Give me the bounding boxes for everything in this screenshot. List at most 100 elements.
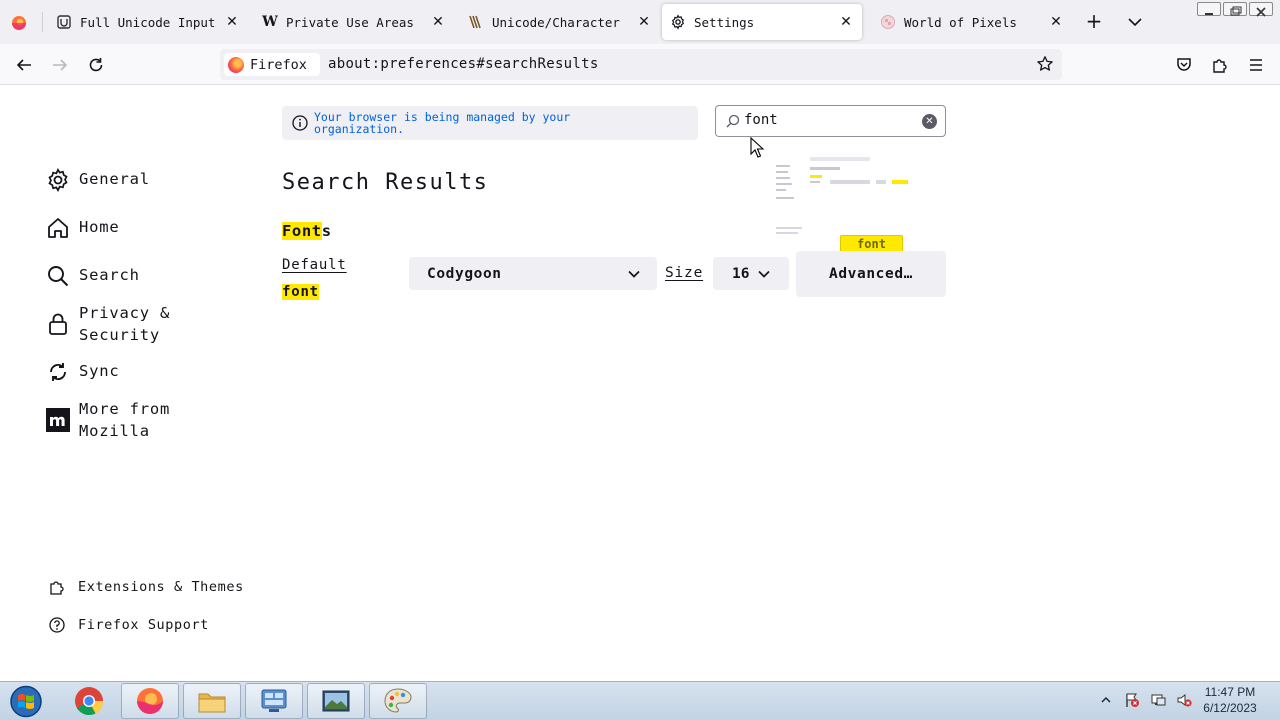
forward-arrow-icon bbox=[53, 59, 68, 71]
category-privacy[interactable]: Privacy & Security bbox=[46, 302, 189, 346]
search-spotlight-preview bbox=[772, 155, 912, 235]
info-icon bbox=[292, 115, 308, 131]
chevron-down-icon bbox=[758, 270, 770, 278]
clock-time: 11:47 PM bbox=[1204, 685, 1256, 699]
firefox-icon bbox=[137, 688, 163, 714]
settings-search-input[interactable]: font ✕ bbox=[715, 105, 946, 137]
close-window-button[interactable] bbox=[1249, 2, 1273, 17]
managed-notice[interactable]: Your browser is being managed by your or… bbox=[282, 106, 698, 140]
url-bar[interactable]: Firefox about:preferences#searchResults bbox=[220, 49, 1062, 80]
section-title-rest: s bbox=[321, 222, 332, 240]
footer-link-label: Firefox Support bbox=[78, 617, 209, 633]
restore-button[interactable] bbox=[1223, 2, 1247, 16]
show-hidden-icons-icon[interactable] bbox=[1098, 692, 1114, 708]
sync-icon bbox=[46, 360, 70, 384]
gear-icon bbox=[670, 14, 686, 30]
taskbar-photo-viewer[interactable] bbox=[307, 683, 365, 719]
firefox-view-icon[interactable] bbox=[8, 12, 30, 34]
fonts-section-title: Fonts bbox=[282, 222, 332, 240]
category-label: More from Mozilla bbox=[79, 400, 171, 440]
tab-world-of-pixels[interactable]: World of Pixels ✕ bbox=[866, 0, 1072, 44]
control-panel-icon bbox=[261, 689, 287, 712]
tab-title: Private Use Areas bbox=[286, 14, 414, 30]
identity-box[interactable]: Firefox bbox=[224, 53, 320, 76]
reload-icon bbox=[89, 58, 103, 72]
default-font-select[interactable]: Codygoon bbox=[409, 257, 657, 290]
category-home[interactable]: Home bbox=[46, 216, 120, 240]
tab-private-use-areas[interactable]: W Private Use Areas ✕ bbox=[248, 0, 454, 44]
font-size-select[interactable]: 16 bbox=[713, 257, 789, 290]
extensions-themes-link[interactable]: Extensions & Themes bbox=[48, 578, 244, 596]
tab-title: Full Unicode Input bbox=[80, 14, 216, 30]
app-menu-button[interactable] bbox=[1245, 54, 1267, 76]
save-to-pocket-button[interactable] bbox=[1173, 54, 1195, 76]
search-icon bbox=[46, 264, 70, 288]
chevron-down-icon bbox=[628, 270, 640, 278]
network-icon[interactable] bbox=[1150, 692, 1166, 708]
system-clock[interactable]: 11:47 PM 6/12/2023 bbox=[1198, 684, 1262, 716]
search-highlight: Font bbox=[282, 222, 322, 240]
tab-title: Settings bbox=[694, 14, 755, 30]
taskbar-control-panel[interactable] bbox=[245, 683, 303, 719]
taskbar-paint[interactable] bbox=[369, 683, 427, 719]
list-all-tabs-icon[interactable] bbox=[1126, 12, 1144, 32]
taskbar-firefox[interactable] bbox=[121, 683, 179, 719]
close-tab-icon[interactable]: ✕ bbox=[838, 14, 854, 30]
chrome-icon bbox=[75, 687, 104, 716]
close-tab-icon[interactable]: ✕ bbox=[1048, 14, 1064, 30]
search-highlight: font bbox=[282, 284, 319, 300]
font-size-value: 16 bbox=[732, 265, 750, 282]
bookmark-star-icon[interactable] bbox=[1036, 55, 1054, 73]
close-tab-icon[interactable]: ✕ bbox=[636, 14, 652, 30]
back-button[interactable] bbox=[13, 54, 35, 76]
tab-title: World of Pixels bbox=[904, 14, 1017, 30]
windows-taskbar: 11:47 PM 6/12/2023 bbox=[0, 681, 1280, 720]
help-icon bbox=[48, 616, 66, 634]
clear-search-icon[interactable]: ✕ bbox=[922, 114, 937, 129]
category-general[interactable]: General bbox=[46, 168, 150, 192]
default-font-label: Default font bbox=[282, 252, 347, 306]
tab-title: Unicode/Character bbox=[492, 14, 620, 30]
picture-icon bbox=[322, 690, 350, 712]
category-sync[interactable]: Sync bbox=[46, 360, 120, 384]
back-arrow-icon bbox=[16, 59, 31, 71]
search-value: font bbox=[744, 112, 778, 128]
tab-strip: Full Unicode Input ✕ W Private Use Areas… bbox=[0, 0, 1280, 44]
clock-date: 6/12/2023 bbox=[1203, 701, 1257, 715]
forward-button[interactable] bbox=[49, 54, 71, 76]
volume-muted-icon[interactable] bbox=[1176, 692, 1192, 708]
advanced-fonts-button[interactable]: Advanced… bbox=[796, 251, 946, 297]
url-text[interactable]: about:preferences#searchResults bbox=[328, 56, 599, 72]
category-label: Home bbox=[79, 218, 120, 236]
lock-icon bbox=[46, 312, 70, 336]
category-label: Privacy & Security bbox=[79, 304, 171, 344]
windows-start-icon[interactable] bbox=[4, 683, 48, 720]
close-tab-icon[interactable]: ✕ bbox=[224, 14, 240, 30]
firefox-support-link[interactable]: Firefox Support bbox=[48, 616, 209, 634]
category-label: General bbox=[79, 170, 150, 188]
extensions-button[interactable] bbox=[1209, 54, 1231, 76]
pocket-icon bbox=[1177, 58, 1191, 71]
reload-button[interactable] bbox=[85, 54, 107, 76]
category-more-from-mozilla[interactable]: More from Mozilla bbox=[46, 398, 189, 442]
category-search[interactable]: Search bbox=[46, 264, 140, 288]
new-tab-button[interactable]: + bbox=[1084, 11, 1104, 32]
tab-full-unicode-input[interactable]: Full Unicode Input ✕ bbox=[42, 0, 248, 44]
default-label-text: Default bbox=[282, 257, 347, 273]
footer-link-label: Extensions & Themes bbox=[78, 579, 244, 595]
home-icon bbox=[46, 216, 70, 240]
navigation-toolbar: Firefox about:preferences#searchResults bbox=[0, 44, 1280, 85]
taskbar-chrome[interactable] bbox=[60, 683, 118, 719]
mouse-cursor-icon bbox=[750, 137, 765, 158]
close-tab-icon[interactable]: ✕ bbox=[430, 14, 446, 30]
advanced-button-label: Advanced… bbox=[829, 266, 913, 282]
tab-settings[interactable]: Settings ✕ bbox=[662, 4, 862, 40]
firefox-logo-icon bbox=[228, 56, 244, 73]
tab-unicode-character[interactable]: Unicode/Character ✕ bbox=[454, 0, 660, 44]
action-center-flag-icon[interactable] bbox=[1124, 692, 1140, 708]
minimize-button[interactable] bbox=[1197, 2, 1221, 16]
wikibook-favicon-icon bbox=[468, 14, 484, 30]
taskbar-file-explorer[interactable] bbox=[183, 683, 241, 719]
hamburger-menu-icon bbox=[1250, 59, 1262, 71]
managed-notice-text[interactable]: Your browser is being managed by your or… bbox=[314, 111, 644, 135]
